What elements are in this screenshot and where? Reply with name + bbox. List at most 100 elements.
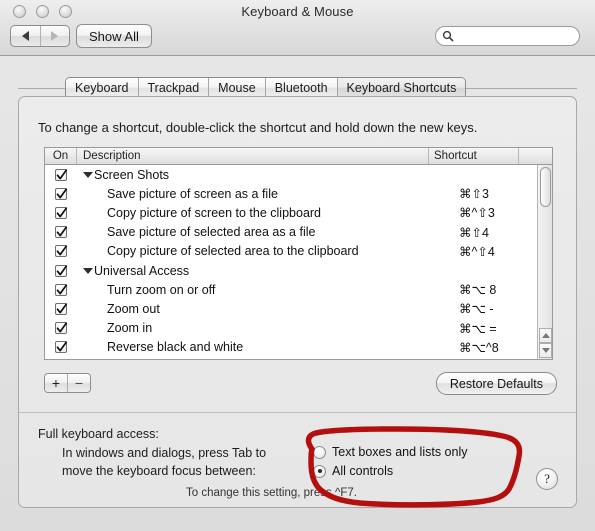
row-description-label: Copy picture of selected area to the cli…: [107, 244, 359, 259]
row-checkbox-cell: [45, 206, 77, 219]
row-checkbox-cell: [45, 302, 77, 315]
row-description: Copy picture of screen to the clipboard: [77, 206, 459, 220]
row-checkbox-cell: [45, 264, 77, 277]
table-scrollbar[interactable]: [537, 165, 552, 359]
preferences-window: Keyboard & Mouse Show All Keyboard Track…: [0, 0, 595, 531]
restore-defaults-button[interactable]: Restore Defaults: [435, 372, 557, 395]
checkmark-icon: [56, 322, 68, 333]
arrow-left-icon: [21, 31, 29, 41]
row-checkbox-cell: [45, 168, 77, 181]
back-button[interactable]: [11, 26, 41, 46]
row-checkbox-cell: [45, 283, 77, 296]
checkmark-icon: [56, 188, 68, 199]
row-checkbox[interactable]: [55, 302, 68, 315]
table-row[interactable]: Reverse black and white ⌘⌥^8: [45, 338, 537, 357]
arrow-right-icon: [51, 31, 59, 41]
row-shortcut[interactable]: ⌘⌥^8: [459, 340, 499, 355]
chevron-up-icon: [541, 333, 550, 338]
row-description: Zoom in: [77, 321, 459, 335]
show-all-button[interactable]: Show All: [76, 24, 152, 48]
row-checkbox[interactable]: [55, 206, 68, 219]
row-description: Universal Access: [77, 264, 435, 278]
tab-bluetooth[interactable]: Bluetooth: [265, 78, 338, 98]
row-description: Copy picture of selected area to the cli…: [77, 244, 459, 258]
row-checkbox[interactable]: [55, 187, 68, 200]
row-description: Zoom out: [77, 302, 459, 316]
checkmark-icon: [56, 264, 68, 275]
help-button[interactable]: ?: [536, 468, 558, 490]
row-checkbox[interactable]: [55, 322, 68, 335]
search-icon: [442, 30, 454, 42]
window-title: Keyboard & Mouse: [241, 4, 354, 19]
table-row[interactable]: Universal Access: [45, 261, 537, 280]
tab-trackpad[interactable]: Trackpad: [138, 78, 210, 98]
table-header: On Description Shortcut: [45, 148, 552, 165]
row-description-label: Save picture of screen as a file: [107, 186, 278, 201]
row-shortcut[interactable]: ⌘⌥ =: [459, 321, 497, 336]
forward-button: [41, 26, 70, 46]
disclosure-triangle-icon[interactable]: [83, 171, 93, 178]
table-row[interactable]: Zoom out ⌘⌥ -: [45, 299, 537, 318]
column-header-spacer: [519, 148, 551, 164]
checkmark-icon: [56, 284, 68, 295]
search-field[interactable]: [435, 26, 580, 46]
radio-option-text-boxes-and-lists-only[interactable]: Text boxes and lists only: [313, 445, 468, 459]
remove-shortcut-button[interactable]: −: [67, 374, 90, 392]
row-description-label: Zoom in: [107, 321, 153, 336]
navigation-buttons: [10, 25, 70, 47]
tab-keyboard[interactable]: Keyboard: [66, 78, 139, 98]
radio-label-all-controls: All controls: [332, 464, 394, 478]
radio-option-all-controls[interactable]: All controls: [313, 464, 393, 478]
column-header-description[interactable]: Description: [77, 148, 429, 164]
row-description-label: Turn zoom on or off: [107, 282, 216, 297]
disclosure-triangle-icon[interactable]: [83, 267, 93, 274]
table-row[interactable]: Screen Shots: [45, 165, 537, 184]
checkmark-icon: [56, 207, 68, 218]
row-description: Turn zoom on or off: [77, 283, 459, 297]
row-checkbox-cell: [45, 187, 77, 200]
row-shortcut[interactable]: ⌘⌥ -: [459, 301, 494, 316]
row-description: Save picture of selected area as a file: [77, 225, 459, 239]
checkmark-icon: [56, 341, 68, 352]
row-shortcut[interactable]: ⌘^⇧4: [459, 244, 495, 259]
scrollbar-thumb[interactable]: [540, 167, 551, 207]
scroll-up-button[interactable]: [539, 328, 552, 343]
row-shortcut[interactable]: ⌘⇧3: [459, 186, 489, 201]
table-row[interactable]: Save picture of selected area as a file ⌘…: [45, 223, 537, 242]
table-row[interactable]: Turn zoom on or off ⌘⌥ 8: [45, 280, 537, 299]
table-row[interactable]: Zoom in ⌘⌥ =: [45, 319, 537, 338]
row-shortcut[interactable]: ⌘^⇧3: [459, 205, 495, 220]
tab-keyboard-shortcuts[interactable]: Keyboard Shortcuts: [337, 78, 466, 98]
full-keyboard-access-description-line1: In windows and dialogs, press Tab to: [62, 446, 267, 460]
checkmark-icon: [56, 303, 68, 314]
row-checkbox[interactable]: [55, 341, 68, 354]
tab-mouse[interactable]: Mouse: [209, 78, 266, 98]
add-shortcut-button[interactable]: +: [45, 374, 67, 392]
row-shortcut[interactable]: ⌘⌥ 8: [459, 282, 496, 297]
row-description: Screen Shots: [77, 168, 435, 182]
table-row[interactable]: Copy picture of selected area to the cli…: [45, 242, 537, 261]
row-checkbox-cell: [45, 226, 77, 239]
row-checkbox[interactable]: [55, 245, 68, 258]
radio-button-all-controls[interactable]: [313, 464, 326, 478]
search-input[interactable]: [457, 28, 571, 44]
add-remove-buttons: + −: [44, 373, 91, 393]
table-row[interactable]: Save picture of screen as a file ⌘⇧3: [45, 184, 537, 203]
row-shortcut[interactable]: ⌘⇧4: [459, 225, 489, 240]
row-description-label: Reverse black and white: [107, 340, 244, 355]
full-keyboard-access-description-line2: move the keyboard focus between:: [62, 464, 256, 478]
column-header-shortcut[interactable]: Shortcut: [429, 148, 519, 164]
scroll-down-button[interactable]: [539, 343, 552, 358]
row-checkbox[interactable]: [55, 226, 68, 239]
table-row[interactable]: Copy picture of screen to the clipboard ⌘…: [45, 203, 537, 222]
checkmark-icon: [56, 168, 68, 180]
row-description-label: Screen Shots: [94, 167, 170, 182]
row-checkbox[interactable]: [55, 283, 68, 296]
row-checkbox[interactable]: [55, 168, 68, 181]
window-titlebar: Keyboard & Mouse Show All: [0, 0, 595, 56]
row-checkbox[interactable]: [55, 264, 68, 277]
column-header-on[interactable]: On: [45, 148, 77, 164]
row-description-label: Copy picture of screen to the clipboard: [107, 205, 322, 220]
table-body: Screen Shots Save picture of screen as a …: [45, 165, 537, 359]
radio-button-text-boxes[interactable]: [313, 445, 326, 459]
